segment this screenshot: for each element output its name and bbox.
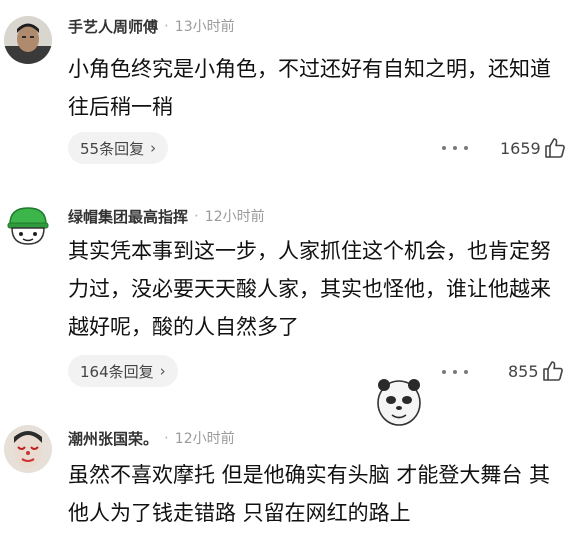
comment-text: 虽然不喜欢摩托 但是他确实有头脑 才能登大舞台 其他人为了钱走错路 只留在网红的… xyxy=(68,463,551,525)
author-name[interactable]: 潮州张国荣。 xyxy=(68,428,158,449)
comment-list: 手艺人周师傅 · 13小时前 小角色终究是小角色，不过还好有自知之明，还知道往后… xyxy=(0,0,576,534)
comment-item: 潮州张国荣。 · 12小时前 虽然不喜欢摩托 但是他确实有头脑 才能登大舞台 其… xyxy=(0,0,576,534)
meta-separator: · xyxy=(164,429,169,447)
avatar[interactable] xyxy=(4,425,52,473)
comment-time: 12小时前 xyxy=(174,431,235,447)
avatar-painted-face-icon xyxy=(4,425,52,473)
